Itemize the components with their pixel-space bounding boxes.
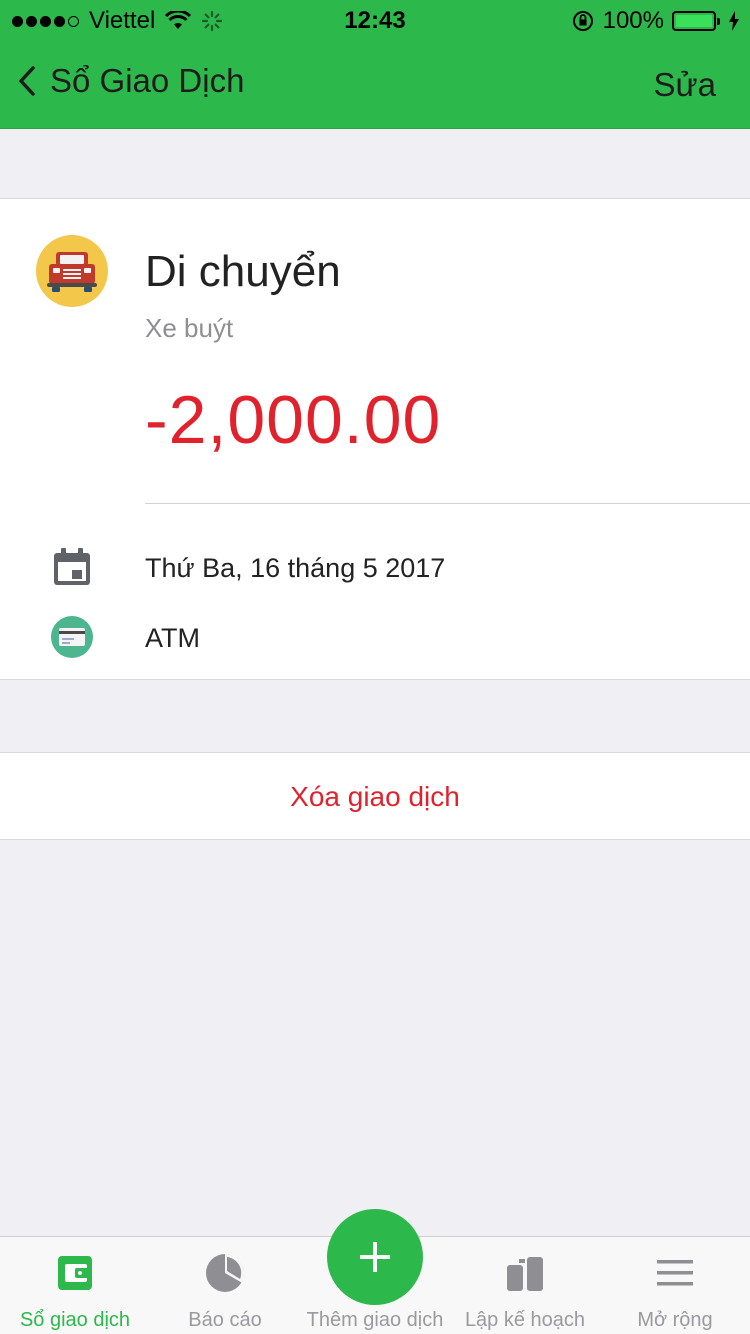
wallet-name: ATM <box>145 623 200 653</box>
wallet-row: ATM <box>0 605 750 665</box>
edit-button[interactable]: Sửa <box>654 66 716 104</box>
tab-label: Mở rộng <box>637 1309 713 1331</box>
battery-percent: 100% <box>602 7 664 34</box>
transaction-note: Xe buýt <box>145 313 234 343</box>
car-icon <box>36 235 108 307</box>
plus-icon <box>360 1242 390 1272</box>
pie-chart-icon <box>206 1254 245 1292</box>
credit-card-icon <box>51 616 93 658</box>
menu-icon <box>657 1260 693 1286</box>
tab-label: Báo cáo <box>188 1309 262 1331</box>
date-row: Thứ Ba, 16 tháng 5 2017 <box>0 535 750 595</box>
divider <box>145 503 750 504</box>
back-button[interactable]: Sổ Giao Dịch <box>18 62 244 100</box>
category-name: Di chuyển <box>145 247 341 296</box>
tab-label: Sổ giao dịch <box>19 1309 131 1331</box>
navigation-bar: Sổ Giao Dịch Sửa <box>0 40 750 128</box>
tab-transactions[interactable]: Sổ giao dịch <box>0 1237 150 1334</box>
transaction-date: Thứ Ba, 16 tháng 5 2017 <box>145 553 446 583</box>
add-transaction-button[interactable] <box>327 1209 423 1305</box>
back-button-label: Sổ Giao Dịch <box>50 62 245 99</box>
tab-more[interactable]: Mở rộng <box>600 1237 750 1334</box>
status-right: 100% <box>571 7 740 35</box>
top-bar: Viettel 12:43 100% Sổ Giao Dịch Sửa <box>0 0 750 129</box>
tab-label: Lập kế hoạch <box>464 1309 586 1331</box>
delete-transaction-button[interactable]: Xóa giao dịch <box>0 752 750 840</box>
charging-bolt-icon <box>729 11 739 31</box>
planning-icon <box>507 1257 543 1291</box>
transaction-detail-card: Di chuyển Xe buýt -2,000.00 Thứ Ba, 16 t… <box>0 198 750 680</box>
battery-icon <box>672 11 720 31</box>
orientation-lock-icon <box>572 11 593 31</box>
chevron-left-icon <box>19 66 35 96</box>
status-bar: Viettel 12:43 100% <box>0 0 750 40</box>
wallet-icon <box>58 1256 92 1290</box>
tab-reports[interactable]: Báo cáo <box>150 1237 300 1334</box>
tab-label: Thêm giao dịch <box>306 1309 444 1331</box>
transaction-amount: -2,000.00 <box>145 382 442 458</box>
tab-planning[interactable]: Lập kế hoạch <box>450 1237 600 1334</box>
calendar-icon <box>54 548 90 585</box>
